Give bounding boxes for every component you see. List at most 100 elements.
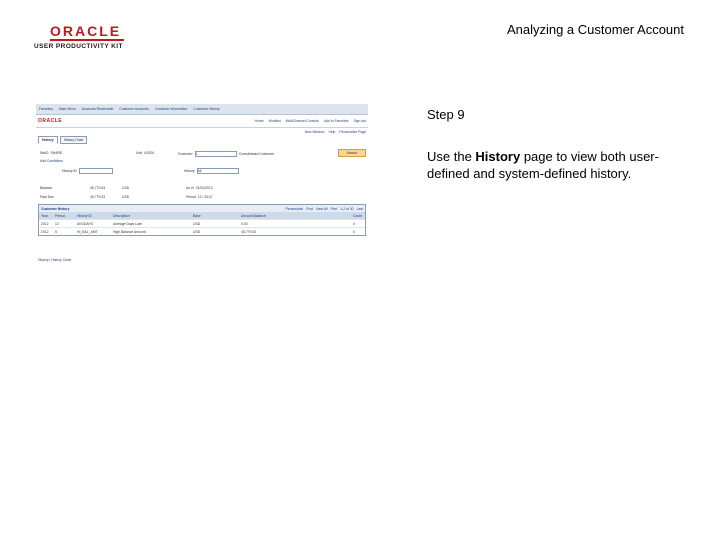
- history-value: All: [197, 169, 202, 173]
- table-cell: 12: [55, 221, 59, 226]
- worklist-link[interactable]: Worklist: [269, 119, 281, 123]
- table-cell: USD: [193, 229, 201, 234]
- nav-customer-information[interactable]: Customer Information: [155, 107, 188, 111]
- grid-header: Customer History Personalize Find View A…: [39, 205, 365, 212]
- add-conditions-row: Add Conditions: [40, 159, 63, 163]
- nav-accounts-receivable[interactable]: Accounts Receivable: [82, 107, 114, 111]
- oracle-wordmark: ORACLE: [50, 23, 122, 39]
- grid-row-count: 1-2 of 30: [340, 206, 354, 211]
- table-row: 2012 5 HI_BAL_AMT High Balance Amount US…: [39, 227, 365, 235]
- balance-amount: 45,779.63: [90, 186, 106, 190]
- table-cell: High Balance Amount: [113, 229, 146, 234]
- logo-subtitle: USER PRODUCTIVITY KIT: [34, 43, 123, 50]
- history-id-field[interactable]: [78, 168, 113, 174]
- history-id-row: History ID: [62, 168, 113, 174]
- column-header: Amount Balance: [241, 213, 266, 218]
- grid-last-link[interactable]: Last: [357, 207, 363, 211]
- step-description: Use the History page to view both user-d…: [427, 148, 687, 182]
- customer-name: Consolidated Customer: [238, 152, 275, 156]
- grid-view-all-link[interactable]: View All: [316, 207, 328, 211]
- brand-header: ORACLE Home Worklist MultiChannel Consol…: [36, 115, 368, 128]
- column-header: Base: [193, 213, 201, 218]
- nav-favorites[interactable]: Favorites: [39, 107, 53, 111]
- unit-label: Unit: [136, 151, 143, 155]
- history-id-label: History ID: [62, 169, 77, 173]
- table-cell: 2012: [41, 229, 49, 234]
- nav-customer-history[interactable]: Customer History: [193, 107, 219, 111]
- customer-value: 1: [195, 152, 198, 156]
- customer-history-grid: Customer History Personalize Find View A…: [38, 204, 366, 236]
- setid-label: SetID: [40, 151, 49, 155]
- table-cell: 5: [55, 229, 57, 234]
- personalize-page-link[interactable]: Personalize Page: [339, 130, 366, 134]
- oracle-upk-logo: ORACLE USER PRODUCTIVITY KIT: [34, 24, 124, 50]
- setid-row: SetID SHARE: [40, 151, 62, 155]
- table-cell: 0.00: [241, 221, 248, 226]
- period-label: Period: [186, 195, 196, 199]
- tab-history-chart[interactable]: History Chart: [59, 136, 88, 144]
- table-row: 2012 12 AVGDAYS Average Days Late USD 0.…: [39, 219, 365, 227]
- customer-row: Customer 1 Consolidated Customer: [178, 151, 274, 157]
- customer-field[interactable]: 1: [194, 151, 237, 157]
- table-cell: 45,779.63: [241, 229, 257, 234]
- column-header: Year: [41, 213, 48, 218]
- column-header: Description: [113, 213, 130, 218]
- tab-history[interactable]: History: [38, 136, 58, 144]
- setid-value: SHARE: [50, 151, 63, 155]
- pastdue-currency: USD: [122, 195, 130, 199]
- grid-title: Customer History: [41, 206, 70, 211]
- pastdue-amount: 45,779.63: [90, 195, 106, 199]
- home-link[interactable]: Home: [255, 119, 264, 123]
- period-value: 12 / 2012: [197, 195, 212, 199]
- pastdue-row: Past Due 45,779.63 USD: [40, 195, 129, 199]
- history-select[interactable]: All: [196, 168, 239, 174]
- column-header: Period: [55, 213, 65, 218]
- step-label: Step 9: [427, 107, 465, 122]
- help-link[interactable]: Help: [328, 130, 335, 134]
- table-cell: HI_BAL_AMT: [77, 229, 98, 234]
- asof-label: As of: [186, 186, 194, 190]
- unit-row: Unit US001: [136, 151, 154, 155]
- unit-value: US001: [144, 151, 155, 155]
- page-tabs: History History Chart: [36, 134, 368, 146]
- multichannel-link[interactable]: MultiChannel Console: [286, 119, 319, 123]
- new-window-link[interactable]: New Window: [305, 130, 325, 134]
- table-cell: USD: [193, 221, 201, 226]
- footer-links[interactable]: History | History Chart: [38, 258, 71, 262]
- description-pre: Use the: [427, 149, 476, 164]
- grid-column-headers: Year Period History ID Description Base …: [39, 212, 365, 219]
- description-bold: History: [475, 149, 521, 164]
- grid-personalize-link[interactable]: Personalize: [285, 207, 303, 211]
- nav-main-menu[interactable]: Main Menu: [59, 107, 76, 111]
- pastdue-label: Past Due: [40, 195, 54, 199]
- table-cell: AVGDAYS: [77, 221, 93, 226]
- add-conditions-link[interactable]: Add Conditions: [40, 159, 63, 163]
- grid-navigation: Personalize Find View All First 1-2 of 3…: [285, 207, 363, 211]
- column-header: History ID: [77, 213, 92, 218]
- asof-date: 01/01/2012: [195, 186, 213, 190]
- table-cell: Average Days Late: [113, 221, 142, 226]
- search-button[interactable]: Search: [338, 149, 366, 157]
- header-links: Home Worklist MultiChannel Console Add t…: [255, 119, 366, 123]
- add-favorites-link[interactable]: Add to Favorites: [324, 119, 349, 123]
- table-cell: 2012: [41, 221, 49, 226]
- application-screenshot: Favorites Main Menu Accounts Receivable …: [36, 104, 368, 264]
- table-cell: 0: [353, 229, 355, 234]
- nav-customer-accounts[interactable]: Customer Accounts: [119, 107, 148, 111]
- document-title: Analyzing a Customer Account: [506, 22, 684, 37]
- asof-row: As of 01/01/2012: [186, 186, 213, 190]
- balance-label: Balance: [40, 186, 53, 190]
- sign-out-link[interactable]: Sign out: [354, 119, 366, 123]
- balance-row: Balance 45,779.63 USD: [40, 186, 129, 190]
- grid-first-link[interactable]: First: [331, 207, 338, 211]
- history-row: History All: [184, 168, 239, 174]
- breadcrumb-nav: Favorites Main Menu Accounts Receivable …: [36, 104, 368, 115]
- balance-currency: USD: [122, 186, 130, 190]
- grid-find-link[interactable]: Find: [306, 207, 313, 211]
- logo-rule: [50, 39, 124, 41]
- customer-label: Customer: [178, 152, 193, 156]
- period-row: Period 12 / 2012: [186, 195, 212, 199]
- history-label: History: [184, 169, 195, 173]
- column-header: Count: [353, 213, 363, 218]
- table-cell: 0: [353, 221, 355, 226]
